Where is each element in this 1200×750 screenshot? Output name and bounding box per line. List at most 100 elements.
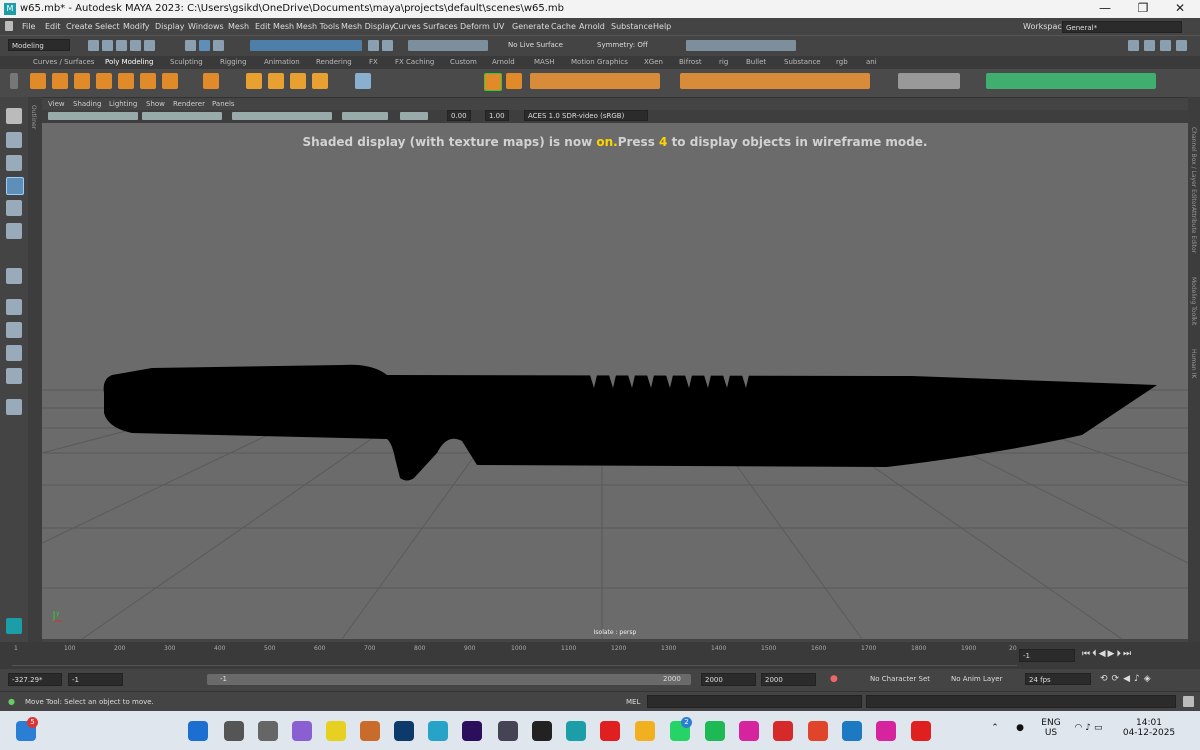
app-icon-link[interactable] <box>498 721 518 741</box>
exposure-field[interactable]: 0.00 <box>447 110 471 121</box>
menu-display[interactable]: Display <box>155 22 185 31</box>
app-icon-blue[interactable] <box>842 721 862 741</box>
spotify-icon[interactable] <box>705 721 725 741</box>
menu-generate[interactable]: Generate <box>512 22 549 31</box>
maya-home-icon[interactable] <box>6 618 22 634</box>
super-shape-icon[interactable] <box>246 73 262 89</box>
human-ik-tab[interactable]: Human IK <box>1190 349 1197 378</box>
mesh-tools-icons[interactable] <box>986 73 1156 89</box>
undo-icon[interactable] <box>130 40 141 51</box>
panel-menu-shading[interactable]: Shading <box>73 100 101 108</box>
rotate-tool-icon[interactable] <box>6 200 22 216</box>
platonic-solid-icon[interactable] <box>203 73 219 89</box>
microphone-icon[interactable]: ● <box>1013 723 1027 733</box>
poly-cube-icon[interactable] <box>52 73 68 89</box>
poly-cylinder-icon[interactable] <box>74 73 90 89</box>
menu-surfaces[interactable]: Surfaces <box>423 22 458 31</box>
shelf-options-icon[interactable] <box>10 73 18 89</box>
universal-manipulator-icon[interactable] <box>6 268 22 284</box>
menu-mesh[interactable]: Mesh <box>228 22 249 31</box>
shelf-tab-motion-graphics[interactable]: Motion Graphics <box>571 58 628 66</box>
minimize-button[interactable]: — <box>1090 1 1120 15</box>
symmetry-dropdown[interactable]: Symmetry: Off <box>597 41 648 49</box>
menu-mesh-tools[interactable]: Mesh Tools <box>296 22 339 31</box>
tool-settings-icon[interactable] <box>1160 40 1171 51</box>
redo-icon[interactable] <box>144 40 155 51</box>
panel-menu-renderer[interactable]: Renderer <box>173 100 205 108</box>
combine-icon[interactable] <box>484 73 502 91</box>
shelf-tab-bifrost[interactable]: Bifrost <box>679 58 702 66</box>
shelf-tab-fx-caching[interactable]: FX Caching <box>395 58 434 66</box>
attribute-editor-tab[interactable]: Attribute Editor <box>1190 207 1197 253</box>
task-view-icon[interactable] <box>258 721 278 741</box>
sweep-mesh-icon[interactable] <box>268 73 284 89</box>
separate-icon[interactable] <box>506 73 522 89</box>
uv-editor-icon[interactable] <box>355 73 371 89</box>
select-component-icon[interactable] <box>213 40 224 51</box>
shelf-tab-rigging[interactable]: Rigging <box>220 58 247 66</box>
shelf-tab-curves[interactable]: Curves / Surfaces <box>33 58 94 66</box>
single-view-icon[interactable] <box>6 299 22 315</box>
select-object-icon[interactable] <box>199 40 210 51</box>
poly-torus-icon[interactable] <box>118 73 134 89</box>
app-icon-yellow[interactable] <box>326 721 346 741</box>
after-effects-icon[interactable] <box>462 721 482 741</box>
shelf-tab-rig[interactable]: rig <box>719 58 728 66</box>
channel-box-icon[interactable] <box>1176 40 1187 51</box>
new-scene-icon[interactable] <box>88 40 99 51</box>
shelf-tab-bullet[interactable]: Bullet <box>746 58 766 66</box>
anim-layer-dropdown[interactable]: No Anim Layer <box>951 675 1002 683</box>
menu-edit[interactable]: Edit <box>45 22 61 31</box>
save-scene-icon[interactable] <box>116 40 127 51</box>
playback-controls[interactable]: ⏮⏴◀▶⏵⏭ <box>1082 649 1133 659</box>
panel-menu-lighting[interactable]: Lighting <box>109 100 137 108</box>
isolate-icons[interactable] <box>342 112 388 120</box>
menu-file[interactable]: File <box>22 22 35 31</box>
history-icon[interactable] <box>382 40 393 51</box>
workspace-dropdown[interactable]: General* <box>1062 21 1182 33</box>
mesh-ops-icons[interactable] <box>530 73 660 89</box>
poly-sphere-icon[interactable] <box>30 73 46 89</box>
shelf-tab-custom[interactable]: Custom <box>450 58 477 66</box>
lock-icon[interactable] <box>368 40 379 51</box>
edit-mesh-icons[interactable] <box>680 73 870 89</box>
playback-start-field[interactable]: -1 <box>68 673 123 686</box>
menu-help[interactable]: Help <box>653 22 671 31</box>
youtube-icon-2[interactable] <box>911 721 931 741</box>
shelf-tab-rgb[interactable]: rgb <box>836 58 848 66</box>
live-surface-label[interactable]: No Live Surface <box>508 41 563 49</box>
type-tool-icon[interactable] <box>290 73 306 89</box>
fps-dropdown[interactable]: 24 fps <box>1025 673 1091 685</box>
display-icons[interactable] <box>142 112 222 120</box>
character-set-dropdown[interactable]: No Character Set <box>870 675 930 683</box>
sculpt-tools-icons[interactable] <box>898 73 960 89</box>
menu-substance[interactable]: Substance <box>611 22 653 31</box>
search-icon[interactable] <box>6 399 22 415</box>
render-icons[interactable] <box>408 40 488 51</box>
shelf-tab-rendering[interactable]: Rendering <box>316 58 352 66</box>
range-end-field[interactable]: 2000 <box>761 673 816 686</box>
outliner-strip[interactable]: Outliner <box>28 97 42 642</box>
close-button[interactable]: ✕ <box>1165 1 1195 15</box>
playback-end-field[interactable]: 2000 <box>701 673 756 686</box>
script-editor-icon[interactable] <box>1183 696 1194 707</box>
mode-dropdown[interactable]: Modeling <box>8 39 70 51</box>
start-icon[interactable] <box>188 721 208 741</box>
shelf-tab-substance[interactable]: Substance <box>784 58 821 66</box>
render-view-icons[interactable] <box>686 40 796 51</box>
shelf-tab-animation[interactable]: Animation <box>264 58 300 66</box>
auto-key-icon[interactable]: ● <box>830 674 838 684</box>
panel-menu-show[interactable]: Show <box>146 100 165 108</box>
menu-toggle-icon[interactable] <box>5 21 13 31</box>
current-frame-field[interactable]: -1 <box>1019 649 1075 662</box>
tray-chevron-icon[interactable]: ⌃ <box>988 723 1002 733</box>
shelf-tab-xgen[interactable]: XGen <box>644 58 663 66</box>
time-slider[interactable]: 1 100 200 300 400 500 600 700 800 900 10… <box>0 642 1200 669</box>
app-icon-red[interactable] <box>773 721 793 741</box>
shelf-tab-poly-modeling[interactable]: Poly Modeling <box>105 58 153 66</box>
move-tool-icon[interactable] <box>6 177 24 195</box>
shelf-tab-arnold[interactable]: Arnold <box>492 58 515 66</box>
shelf-tab-sculpting[interactable]: Sculpting <box>170 58 203 66</box>
modeling-toolkit-tab[interactable]: Modeling Toolkit <box>1190 277 1197 325</box>
poly-cone-icon[interactable] <box>96 73 112 89</box>
